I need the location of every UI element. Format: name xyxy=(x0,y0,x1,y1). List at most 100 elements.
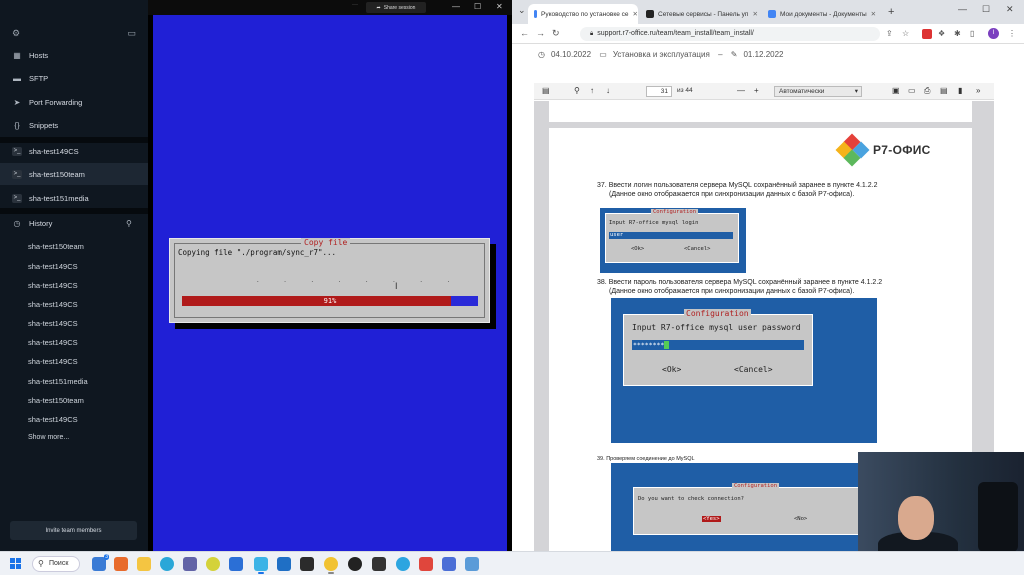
zoom-out-icon[interactable]: — xyxy=(737,86,745,95)
restore-icon[interactable]: ☐ xyxy=(982,4,990,15)
app-icon[interactable] xyxy=(206,557,220,571)
history-item[interactable]: sha-test149CS xyxy=(28,357,78,366)
dialog-box: Configuration Input R7-office mysql logi… xyxy=(605,209,739,263)
trello-app-icon[interactable] xyxy=(277,557,291,571)
sidebar-item-label: SFTP xyxy=(29,73,49,83)
print-icon[interactable]: ⎙ xyxy=(924,86,930,96)
maximize-icon[interactable]: ☐ xyxy=(474,2,481,11)
extension-icon[interactable] xyxy=(922,29,932,39)
windows-start-icon[interactable] xyxy=(10,558,21,569)
profile-avatar[interactable]: I xyxy=(988,28,999,39)
tab-network-services[interactable]: Сетевые сервисы - Панель уп ✕ xyxy=(640,4,760,24)
history-item[interactable]: sha-test150team xyxy=(28,396,84,405)
termius-app-icon[interactable] xyxy=(254,557,268,574)
puzzle-extensions-icon[interactable]: ✱ xyxy=(954,29,961,38)
telegram-app-icon[interactable] xyxy=(396,557,410,571)
open-file-icon[interactable]: ▭ xyxy=(908,86,916,95)
app-icon[interactable] xyxy=(465,557,479,571)
clock-icon: ◷ xyxy=(13,218,21,228)
search-icon[interactable]: ⚲ xyxy=(126,219,132,228)
tab-search-icon[interactable]: ⌄ xyxy=(518,5,526,16)
history-item[interactable]: sha-test150team xyxy=(28,242,84,251)
share-session-button[interactable]: ➦ Share session xyxy=(366,2,426,13)
terminal-pane[interactable]: ··· ➦ Share session — ☐ ✕ Copy file Copyi… xyxy=(148,0,512,551)
password-dialog-screenshot: Configuration Input R7-office mysql user… xyxy=(611,298,877,443)
close-icon[interactable]: ✕ xyxy=(496,2,503,11)
tab-install-guide[interactable]: Руководство по установке се ✕ xyxy=(528,4,638,24)
new-tab-icon[interactable]: + xyxy=(888,6,894,18)
chrome-browser-icon[interactable] xyxy=(324,557,338,574)
history-item[interactable]: sha-test149CS xyxy=(28,281,78,290)
terminal-screen[interactable]: Copy file Copying file "./program/sync_r… xyxy=(153,15,507,551)
close-tab-icon[interactable]: ✕ xyxy=(752,10,757,18)
share-icon[interactable]: ⇪ xyxy=(886,29,893,38)
edit-icon: ✎ xyxy=(730,50,738,59)
zoom-in-icon[interactable]: + xyxy=(754,86,759,95)
sidebar-item-port-forwarding[interactable]: ➤ Port Forwarding xyxy=(0,91,148,113)
menu-kebab-icon[interactable]: ⋮ xyxy=(1008,29,1016,38)
save-icon[interactable]: ▤ xyxy=(940,86,948,95)
presentation-icon[interactable]: ▣ xyxy=(892,86,900,95)
app-icon[interactable] xyxy=(229,557,243,571)
history-item[interactable]: sha-test149CS xyxy=(28,338,78,347)
app-icon[interactable] xyxy=(372,557,386,571)
bookmark-icon[interactable]: ▮ xyxy=(958,86,962,95)
extension-icon[interactable]: ❖ xyxy=(938,29,945,38)
close-tab-icon[interactable]: ✕ xyxy=(633,10,638,18)
sidebar-toggle-icon[interactable]: ▯ xyxy=(970,29,974,38)
file-explorer-icon[interactable] xyxy=(137,557,151,571)
history-item[interactable]: sha-test149CS xyxy=(28,415,78,424)
cursor-block xyxy=(664,341,670,349)
step-line: (Данное окно отображается при синхрониза… xyxy=(609,191,855,198)
url-field[interactable]: 🔒︎ support.r7-office.ru/team/team_install… xyxy=(580,27,880,41)
logo-text: Р7-ОФИС xyxy=(873,143,931,157)
minimize-icon[interactable]: — xyxy=(958,4,967,14)
show-more-link[interactable]: Show more... xyxy=(28,434,69,441)
tools-icon[interactable]: » xyxy=(976,86,980,95)
forward-icon[interactable]: → xyxy=(536,28,545,38)
sidebar-item-sftp[interactable]: ▬ SFTP xyxy=(0,67,148,89)
history-item[interactable]: sha-test149CS xyxy=(28,300,78,309)
history-item[interactable]: sha-test151media xyxy=(28,377,88,386)
dialog-artifacts: . . . . . . . . xyxy=(256,277,461,284)
app-icon[interactable] xyxy=(114,557,128,571)
close-tab-icon[interactable]: ✕ xyxy=(871,10,876,18)
zoom-select[interactable]: Автоматически ▾ xyxy=(774,86,862,97)
dialog-text: Do you want to check connection? xyxy=(638,496,744,502)
terminal-window-icon[interactable]: ▭ xyxy=(127,28,136,39)
bookmark-star-icon[interactable]: ☆ xyxy=(902,29,909,38)
app-icon[interactable] xyxy=(419,557,433,571)
session-tab[interactable]: >_ sha-test151media xyxy=(0,187,148,209)
history-item[interactable]: sha-test149CS xyxy=(28,319,78,328)
history-item[interactable]: sha-test149CS xyxy=(28,262,78,271)
reload-icon[interactable]: ↻ xyxy=(552,28,560,39)
previous-page-icon[interactable]: ↑ xyxy=(590,86,594,95)
next-page-icon[interactable]: ↓ xyxy=(606,86,610,95)
search-label: Поиск xyxy=(49,560,69,567)
lock-icon: 🔒︎ xyxy=(590,31,594,37)
widgets-app-icon[interactable]: 3 xyxy=(92,554,109,571)
sidebar-toggle-icon[interactable]: ▤ xyxy=(542,86,550,95)
settings-gear-icon[interactable]: ⚙ xyxy=(12,28,20,39)
session-tab-active[interactable]: >_ sha-test150team xyxy=(0,163,148,185)
app-icon[interactable] xyxy=(183,557,197,571)
sidebar-item-hosts[interactable]: ▦ Hosts xyxy=(0,44,148,66)
invite-team-button[interactable]: Invite team members xyxy=(10,521,137,540)
tab-my-documents[interactable]: Мои документы - Документы ✕ xyxy=(762,4,884,24)
more-options-icon[interactable]: ··· xyxy=(352,2,358,8)
app-icon[interactable] xyxy=(300,557,314,571)
close-icon[interactable]: ✕ xyxy=(1006,4,1014,15)
app-icon[interactable] xyxy=(348,557,362,571)
session-tab[interactable]: >_ sha-test149CS xyxy=(0,140,148,162)
termius-sidebar: ⚙ ▭ ▦ Hosts ▬ SFTP ➤ Port Forwarding {} Snip… xyxy=(0,0,148,551)
sidebar-item-snippets[interactable]: {} Snippets xyxy=(0,114,148,136)
edge-browser-icon[interactable] xyxy=(160,557,174,571)
page-number-input[interactable]: 31 xyxy=(646,86,672,97)
category-link[interactable]: Установка и эксплуатация xyxy=(613,50,710,59)
app-icon[interactable] xyxy=(442,557,456,571)
search-icon[interactable]: ⚲ xyxy=(574,86,580,95)
history-header: ◷ History ⚲ xyxy=(0,212,148,234)
taskbar-search[interactable]: ⚲ Поиск xyxy=(32,556,80,572)
back-icon[interactable]: ← xyxy=(520,28,529,38)
minimize-icon[interactable]: — xyxy=(452,2,460,11)
